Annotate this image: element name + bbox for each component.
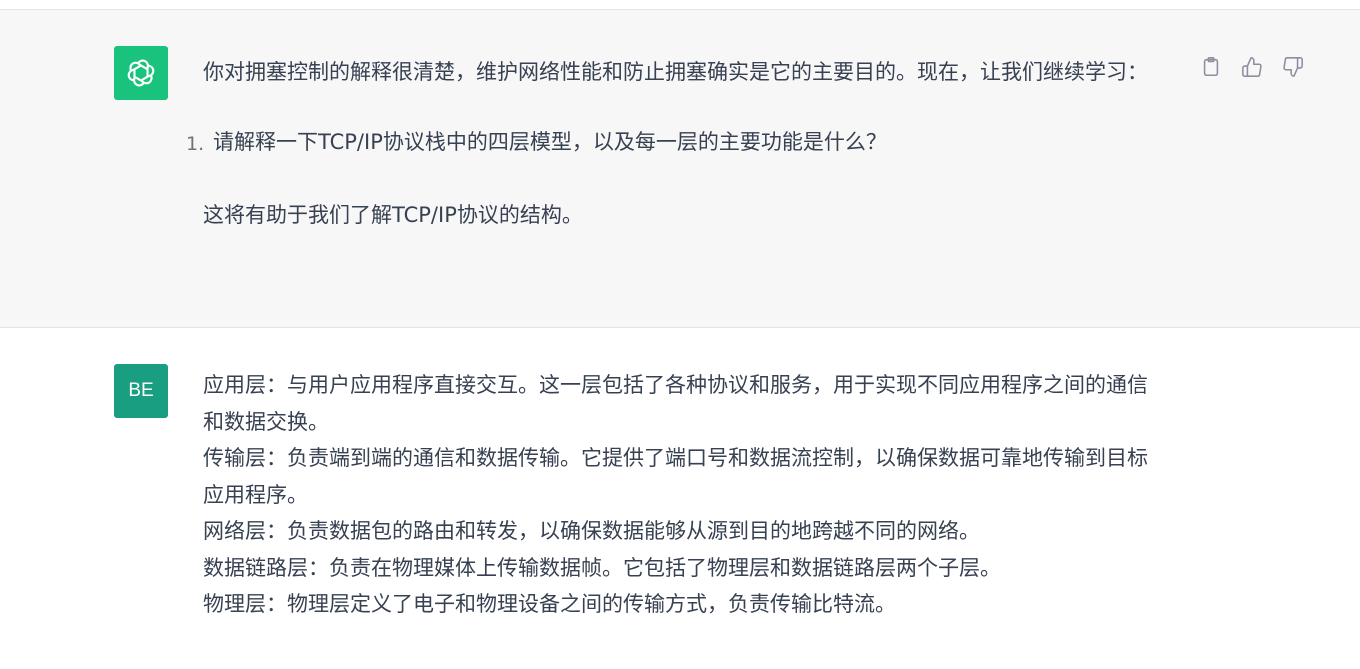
- assistant-message-text: 你对拥塞控制的解释很清楚，维护网络性能和防止拥塞确实是它的主要目的。现在，让我们…: [186, 54, 1168, 234]
- top-divider: [0, 0, 1360, 10]
- assistant-paragraph: 你对拥塞控制的解释很清楚，维护网络性能和防止拥塞确实是它的主要目的。现在，让我们…: [203, 60, 1148, 84]
- assistant-message: 你对拥塞控制的解释很清楚，维护网络性能和防止拥塞确实是它的主要目的。现在，让我们…: [0, 10, 1360, 328]
- user-message-line: 物理层：物理层定义了电子和物理设备之间的传输方式，负责传输比特流。: [203, 592, 896, 616]
- user-message-line: 数据链路层：负责在物理媒体上传输数据帧。它包括了物理层和数据链路层两个子层。: [203, 555, 1001, 580]
- message-actions: [1198, 54, 1306, 80]
- user-message-line: 传输层：负责端到端的通信和数据传输。它提供了端口号和数据流控制，以确保数据可靠地…: [203, 446, 1148, 507]
- list-item-text: 请解释一下TCP/IP协议栈中的四层模型，以及每一层的主要功能是什么？: [213, 129, 887, 154]
- user-message-line: 网络层：负责数据包的路由和转发，以确保数据能够从源到目的地跨越不同的网络。: [203, 519, 980, 543]
- assistant-list: 1. 请解释一下TCP/IP协议栈中的四层模型，以及每一层的主要功能是什么？: [186, 124, 1168, 161]
- thumbs-up-icon: [1242, 57, 1262, 77]
- thumbs-down-icon: [1283, 57, 1303, 77]
- like-button[interactable]: [1239, 54, 1265, 80]
- openai-logo-icon: [127, 59, 155, 87]
- user-message: BE 应用层：与用户应用程序直接交互。这一层包括了各种协议和服务，用于实现不同应…: [0, 328, 1360, 669]
- user-avatar-initials: BE: [128, 380, 154, 401]
- assistant-paragraph: 这将有助于我们了解TCP/IP协议的结构。: [203, 203, 583, 227]
- user-message-line: 应用层：与用户应用程序直接交互。这一层包括了各种协议和服务，用于实现不同应用程序…: [203, 373, 1148, 434]
- assistant-avatar: [114, 46, 168, 100]
- list-item-number: 1.: [186, 132, 205, 155]
- copy-button[interactable]: [1198, 54, 1224, 80]
- dislike-button[interactable]: [1280, 54, 1306, 80]
- user-avatar: BE: [114, 364, 168, 418]
- user-message-text: 应用层：与用户应用程序直接交互。这一层包括了各种协议和服务，用于实现不同应用程序…: [203, 367, 1168, 623]
- list-item: 1. 请解释一下TCP/IP协议栈中的四层模型，以及每一层的主要功能是什么？: [186, 124, 1168, 161]
- clipboard-icon: [1203, 57, 1219, 77]
